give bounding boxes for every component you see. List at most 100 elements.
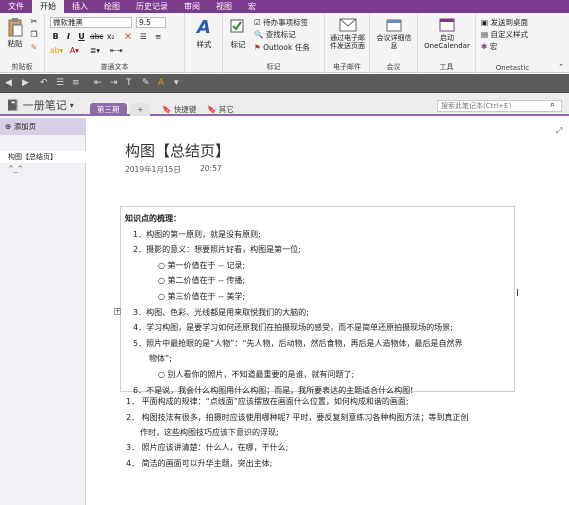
page-list-item[interactable]: ^_^ (8, 165, 23, 173)
page-canvas[interactable]: ⤢ 构图【总结页】 2019年1月15日 20:57 知识点的梳理： 1．构图的… (86, 118, 569, 505)
menu-insert[interactable]: 插入 (64, 0, 96, 13)
custom-styles-item[interactable]: ▤ 自定义样式 (481, 30, 528, 40)
align-icon[interactable]: ≣▾ (90, 46, 100, 56)
format-icon[interactable]: ≡ (72, 78, 80, 88)
italic-button[interactable]: I (63, 32, 74, 42)
menu-history[interactable]: 历史记录 (128, 0, 176, 13)
note-container[interactable]: 知识点的梳理： 1．构图的第一原则，就是没有原则; 2．摄影的意义：想要照片好看… (114, 206, 515, 395)
menu-file[interactable]: 文件 (0, 0, 32, 13)
page-list-pane: ⊕ 添加页 构图【总结页】 ^_^ (0, 118, 86, 505)
notebook-bar: 📓 一册笔记 ▾ 第三期 + 🔖 快捷键 🔖 其它 搜索此笔记本(Ctrl+E)… (0, 93, 569, 116)
onecalendar-icon[interactable] (439, 18, 455, 32)
subscript-icon[interactable]: x₂ (107, 32, 114, 42)
macro-item[interactable]: ✱ 宏 (481, 42, 497, 52)
sub-list-item: ○ 第二价值在于 -- 传播; (158, 276, 246, 286)
meetings-group-label: 会议 (386, 63, 401, 71)
email-group-label: 电子邮件 (333, 63, 361, 71)
search-icon[interactable]: ⌕ (550, 100, 555, 110)
cut-icon[interactable]: ✂ (29, 17, 39, 26)
meetings-group: 会议详细信息 会议 (370, 13, 418, 73)
bold-button[interactable]: B (50, 32, 61, 42)
add-page-button[interactable]: ⊕ 添加页 (0, 118, 86, 135)
font-color-quick-icon[interactable]: A (158, 78, 164, 88)
section-label-other: 其它 (218, 105, 234, 114)
indent-icon[interactable]: ⇤⇥ (110, 46, 123, 56)
clear-format-icon[interactable]: ⨉ (125, 32, 131, 42)
menu-bar: 文件 开始 插入 绘图 历史记录 审阅 视图 宏 (0, 0, 569, 13)
number-list-icon[interactable]: ≡ (155, 32, 161, 42)
tag-checkbox-icon[interactable] (230, 19, 244, 33)
text-icon[interactable]: T (126, 78, 132, 88)
notebook-title: 一册笔记 (22, 99, 67, 112)
section-tab-other[interactable]: 🔖 其它 (200, 103, 241, 116)
highlight-quick-icon[interactable]: ✎ (142, 78, 150, 88)
page-list-item[interactable]: 构图【总结页】 (0, 151, 86, 163)
notebook-selector[interactable]: 📓 一册笔记 ▾ (6, 97, 74, 113)
font-color-icon[interactable]: A▾ (70, 46, 79, 56)
macro-icon: ✱ (481, 42, 488, 51)
menu-draw[interactable]: 绘图 (96, 0, 128, 13)
list-item: 2．摄影的意义：想要照片好看，构图是第一位; (133, 245, 301, 255)
email-page-button[interactable]: 通过电子邮件发送页面 (327, 34, 368, 50)
expand-icon[interactable]: ⤢ (556, 126, 562, 136)
font-size-box[interactable]: 9.5 (136, 17, 166, 28)
email-icon[interactable] (339, 18, 357, 32)
styles-button[interactable]: 样式 (187, 40, 221, 49)
meeting-icon[interactable] (386, 18, 402, 32)
bullet-icon: ○ (158, 260, 168, 270)
strikethrough-icon[interactable]: abc (90, 32, 103, 42)
send-desktop-label: 发送到桌面 (490, 18, 528, 27)
menu-review[interactable]: 审阅 (176, 0, 208, 13)
paste-button[interactable]: 粘贴 (2, 39, 28, 48)
find-tags-label: 查找标记 (265, 30, 296, 39)
indent-left-icon[interactable]: ⇤ (94, 78, 102, 88)
copy-icon[interactable]: ❐ (29, 30, 39, 39)
menu-home[interactable]: 开始 (32, 0, 64, 13)
bullet-list-icon[interactable]: ☰ (140, 32, 147, 42)
todo-tag-label: 待办事项标签 (263, 18, 309, 27)
forward-icon[interactable]: ▶ (22, 78, 29, 88)
page-title[interactable]: 构图【总结页】 (125, 140, 230, 161)
todo-tag-item[interactable]: ☑ 待办事项标签 (254, 18, 308, 28)
paste-icon[interactable] (7, 17, 23, 37)
onecalendar-button[interactable]: 启动 OneCalendar (420, 34, 474, 50)
list-item: 1．构图的第一原则，就是没有原则; (133, 229, 261, 239)
menu-view[interactable]: 视图 (208, 0, 240, 13)
list-item-continued: 作时，这些构图技巧应该下意识的浮现; (140, 428, 279, 437)
onetastic-group-label: Onetastic (495, 64, 530, 72)
outlook-task-label: Outlook 任务 (263, 43, 310, 52)
search-input[interactable]: 搜索此笔记本(Ctrl+E) (437, 100, 562, 112)
indent-right-icon[interactable]: ⇥ (110, 78, 118, 88)
outlook-flag-icon: ⚑ (254, 43, 261, 52)
sub-list-item: ○ 第三价值在于 -- 美学; (158, 291, 246, 301)
list-item: 4．学习构图，是要学习如何还原我们在拍摄现场的感受，而不是简单还原拍摄现场的场景… (133, 323, 453, 333)
section-tab-active[interactable]: 第三期 (90, 103, 127, 116)
underline-button[interactable]: U (76, 32, 87, 42)
back-icon[interactable]: ◀ (5, 78, 12, 88)
format-painter-icon[interactable]: ✎ (29, 43, 39, 52)
list-icon[interactable]: ☰ (56, 78, 64, 88)
tools-group-label: 工具 (439, 63, 454, 71)
menu-macro[interactable]: 宏 (240, 0, 264, 13)
send-desktop-item[interactable]: ▣ 发送到桌面 (481, 18, 528, 28)
email-group: 通过电子邮件发送页面 电子邮件 (325, 13, 370, 73)
font-name-box[interactable]: 微软雅黑 (50, 17, 132, 28)
styles-icon[interactable]: A (194, 17, 214, 38)
add-section-button[interactable]: + (130, 103, 151, 116)
dropdown-icon[interactable]: ▾ (174, 78, 179, 88)
sub-list-item: ○ 第一价值在于 -- 记录; (158, 260, 246, 270)
tag-button[interactable]: 标记 (225, 40, 251, 49)
collapse-icon[interactable]: + (114, 307, 121, 315)
collapse-ribbon-icon[interactable]: ⌃ (556, 63, 566, 71)
text-cursor-icon: I (516, 288, 519, 299)
meeting-details-button[interactable]: 会议详细信息 (374, 34, 414, 50)
notebook-icon: 📓 (6, 98, 20, 112)
section-tab-shortcuts[interactable]: 🔖 快捷键 (155, 103, 203, 116)
bullet-icon: ○ (158, 276, 168, 286)
find-tags-item[interactable]: 🔍 查找标记 (254, 30, 296, 40)
outlook-task-item[interactable]: ⚑ Outlook 任务 (254, 43, 310, 53)
custom-styles-label: 自定义样式 (490, 30, 528, 39)
styles-group: A 样式 (185, 13, 223, 73)
undo-icon[interactable]: ↶ (40, 78, 48, 88)
highlight-icon[interactable]: ab▾ (50, 46, 63, 56)
